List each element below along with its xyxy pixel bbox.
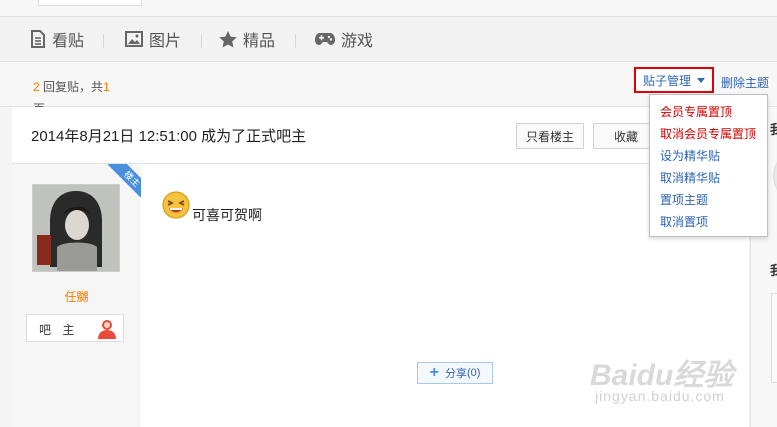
tab-featured-label: 精品 — [243, 33, 276, 50]
tab-images-label: 图片 — [149, 33, 182, 50]
star-icon — [219, 30, 237, 47]
reply-text: 回复贴，共 — [43, 80, 104, 94]
tab-games-label: 游戏 — [341, 33, 374, 50]
nav-divider — [201, 34, 202, 48]
nav-divider — [103, 34, 104, 48]
page-count: 1 — [103, 80, 110, 94]
role-label: 吧 主 — [39, 323, 79, 337]
sidebar-heading-char: 我 — [770, 122, 777, 137]
plus-icon: + — [429, 364, 439, 381]
laughing-face-icon — [161, 190, 191, 225]
page-title: 2014年8月21日 12:51:00 成为了正式吧主 — [31, 128, 307, 145]
document-icon — [31, 30, 45, 48]
post-body-text: 可喜可贺啊 — [192, 207, 262, 223]
tab-games[interactable]: 游戏 — [315, 17, 373, 61]
tab-posts-label: 看贴 — [52, 33, 85, 50]
image-icon — [125, 31, 143, 47]
avatar[interactable] — [32, 184, 120, 272]
sidebar-box — [771, 293, 777, 383]
top-tab-stub — [38, 0, 142, 6]
menu-item-unpin[interactable]: 取消置项 — [660, 213, 708, 230]
author-username[interactable]: 任嬲 — [12, 288, 141, 305]
post-manage-label: 贴子管理 — [642, 73, 691, 88]
tab-posts[interactable]: 看贴 — [30, 17, 84, 61]
reply-count: 2 — [33, 80, 40, 94]
tab-images[interactable]: 图片 — [125, 17, 181, 61]
post-manage-button[interactable]: 贴子管理 — [634, 67, 714, 93]
nav-divider — [295, 34, 296, 48]
share-label: 分享 — [444, 368, 467, 380]
chevron-down-icon — [697, 77, 705, 83]
menu-item-pin-thread[interactable]: 置项主题 — [660, 191, 708, 208]
sidebar-avatar[interactable] — [773, 155, 777, 197]
post-manage-menu: 会员专属置顶 取消会员专属置顶 设为精华贴 取消精华贴 置项主题 取消置项 — [649, 94, 768, 237]
menu-item-member-pin[interactable]: 会员专属置顶 — [660, 103, 732, 120]
share-count: (0) — [466, 367, 481, 379]
author-panel: 楼主 任嬲 吧 主 — [12, 164, 141, 427]
menu-item-cancel-featured[interactable]: 取消精华贴 — [660, 169, 720, 186]
avatar-image — [33, 185, 119, 271]
forum-nav-bar: 看贴 图片 精品 游戏 — [0, 17, 777, 62]
top-strip — [0, 0, 777, 17]
menu-item-cancel-member-pin[interactable]: 取消会员专属置顶 — [660, 125, 756, 142]
sidebar-heading-char: 我 — [770, 263, 777, 278]
role-badge: 吧 主 — [26, 314, 124, 342]
only-owner-button[interactable]: 只看楼主 — [516, 123, 584, 149]
menu-item-set-featured[interactable]: 设为精华贴 — [660, 147, 720, 164]
watermark-url: jingyan.baidu.com — [595, 388, 725, 404]
share-button[interactable]: + 分享 (0) — [417, 362, 493, 384]
post-title-bar: 2014年8月21日 12:51:00 成为了正式吧主 只看楼主 收藏 — [12, 107, 749, 164]
user-icon — [97, 318, 117, 345]
gamepad-icon — [315, 33, 335, 45]
tab-featured[interactable]: 精品 — [219, 17, 275, 61]
delete-thread-link[interactable]: 删除主题 — [721, 74, 769, 91]
